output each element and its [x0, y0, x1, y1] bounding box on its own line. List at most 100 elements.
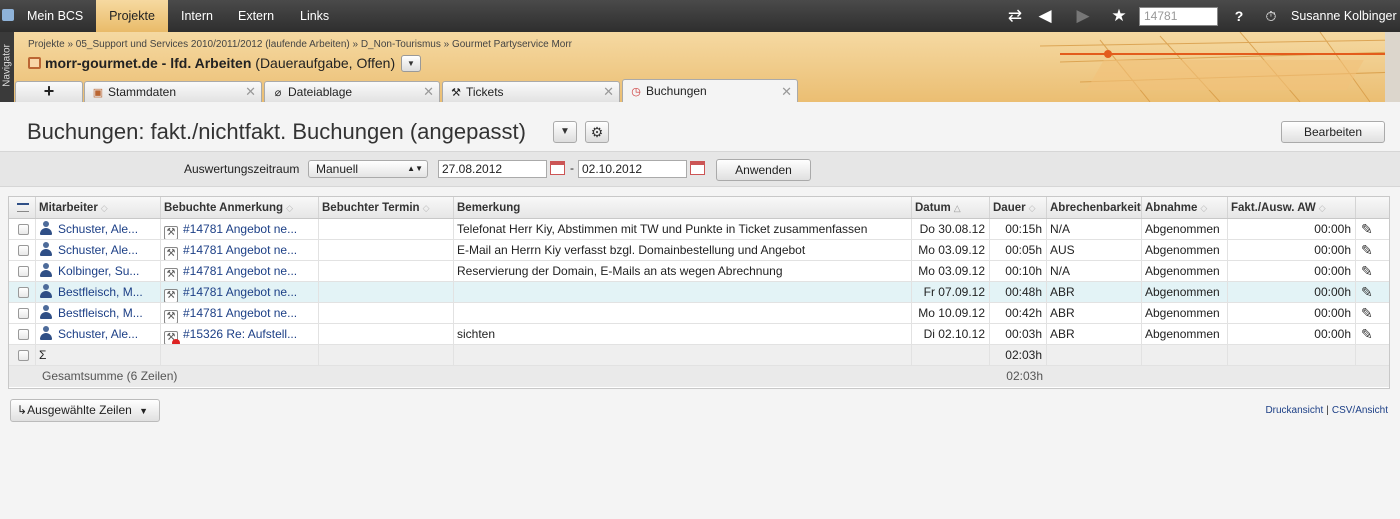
nav-projekte[interactable]: Projekte: [96, 0, 168, 32]
period-mode-select[interactable]: Manuell ▲▼: [308, 160, 428, 178]
employee-link[interactable]: Schuster, Ale...: [58, 243, 138, 257]
ticket-link[interactable]: #14781 Angebot ne...: [183, 285, 297, 299]
edit-button[interactable]: Bearbeiten: [1281, 121, 1385, 143]
col-abrechenbarkeit[interactable]: Abrechenbarkeit: [1047, 197, 1142, 218]
date-from-input[interactable]: 27.08.2012: [438, 160, 547, 178]
search-input[interactable]: 14781: [1139, 7, 1218, 26]
app-logo-icon[interactable]: [2, 9, 14, 21]
bemerkung-cell: Telefonat Herr Kiy, Abstimmen mit TW und…: [454, 219, 912, 239]
close-icon[interactable]: ✕: [245, 82, 256, 102]
table-row[interactable]: Bestfleisch, M... ⚒ #14781 Angebot ne... …: [9, 303, 1389, 324]
nav-links[interactable]: Links: [300, 0, 329, 32]
edit-pencil-icon[interactable]: ✎: [1361, 306, 1381, 321]
datum-cell: Mo 03.09.12: [912, 240, 990, 260]
employee-link[interactable]: Bestfleisch, M...: [58, 285, 143, 299]
col-dauer[interactable]: Dauer ◇: [990, 197, 1047, 218]
row-checkbox[interactable]: [18, 224, 29, 235]
calendar-icon[interactable]: [690, 161, 705, 175]
bemerkung-cell: sichten: [454, 324, 912, 344]
project-menu-button[interactable]: ▼: [401, 55, 421, 72]
tab-tickets[interactable]: ⚒ Tickets ✕: [442, 81, 620, 102]
col-anmerkung[interactable]: Bebuchte Anmerkung ◇: [161, 197, 319, 218]
row-checkbox[interactable]: [18, 287, 29, 298]
edit-pencil-icon[interactable]: ✎: [1361, 222, 1381, 237]
help-icon[interactable]: ?: [1232, 5, 1246, 27]
add-tab-button[interactable]: +: [15, 81, 83, 102]
tab-buchungen[interactable]: ◷ Buchungen ✕: [622, 79, 798, 103]
ticket-link[interactable]: #14781 Angebot ne...: [183, 306, 297, 320]
ticket-tools-icon: ⚒: [164, 310, 178, 323]
nav-intern[interactable]: Intern: [181, 0, 213, 32]
apply-button[interactable]: Anwenden: [716, 159, 811, 181]
employee-link[interactable]: Schuster, Ale...: [58, 222, 138, 236]
employee-link[interactable]: Schuster, Ale...: [58, 327, 138, 341]
datum-cell: Do 30.08.12: [912, 219, 990, 239]
ticket-link[interactable]: #14781 Angebot ne...: [183, 264, 297, 278]
employee-link[interactable]: Bestfleisch, M...: [58, 306, 143, 320]
date-to-input[interactable]: 02.10.2012: [578, 160, 687, 178]
table-row[interactable]: Kolbinger, Su... ⚒ #14781 Angebot ne... R…: [9, 261, 1389, 282]
edit-pencil-icon[interactable]: ✎: [1361, 264, 1381, 279]
datum-cell: Fr 07.09.12: [912, 282, 990, 302]
employee-link[interactable]: Kolbinger, Su...: [58, 264, 139, 278]
table-row[interactable]: Schuster, Ale... ⚒ #14781 Angebot ne... T…: [9, 219, 1389, 240]
favorite-star-icon[interactable]: ★: [1108, 5, 1130, 27]
stopwatch-icon[interactable]: ⏱: [1262, 5, 1280, 27]
navigator-toggle[interactable]: Navigator: [0, 32, 14, 102]
dauer-cell: 00:48h: [990, 282, 1047, 302]
row-checkbox[interactable]: [18, 266, 29, 277]
back-arrow-icon[interactable]: ◀: [1034, 5, 1056, 27]
termin-cell: [319, 324, 454, 344]
view-dropdown-button[interactable]: ▼: [553, 121, 577, 143]
calendar-icon[interactable]: [550, 161, 565, 175]
termin-cell: [319, 219, 454, 239]
table-row[interactable]: Bestfleisch, M... ⚒ #14781 Angebot ne... …: [9, 282, 1389, 303]
tab-stammdaten[interactable]: ▣ Stammdaten ✕: [84, 81, 262, 102]
user-name[interactable]: Susanne Kolbinger: [1291, 0, 1397, 32]
close-icon[interactable]: ✕: [781, 80, 792, 103]
close-icon[interactable]: ✕: [423, 82, 434, 102]
forward-arrow-icon[interactable]: ▶: [1072, 5, 1094, 27]
table-row[interactable]: Schuster, Ale... ⚒ #14781 Angebot ne... E…: [9, 240, 1389, 261]
row-checkbox[interactable]: [18, 329, 29, 340]
edit-pencil-icon[interactable]: ✎: [1361, 243, 1381, 258]
column-chooser-icon[interactable]: [9, 197, 36, 218]
filter-label: Auswertungszeitraum: [184, 162, 300, 176]
edit-pencil-icon[interactable]: ✎: [1361, 285, 1381, 300]
col-datum[interactable]: Datum △: [912, 197, 990, 218]
csv-view-link[interactable]: CSV/Ansicht: [1332, 405, 1388, 416]
refresh-icon[interactable]: ⇄: [1004, 5, 1026, 27]
edit-pencil-icon[interactable]: ✎: [1361, 327, 1381, 342]
select-all-checkbox[interactable]: [18, 350, 29, 361]
col-termin[interactable]: Bebuchter Termin ◇: [319, 197, 454, 218]
person-icon: [39, 326, 53, 340]
settings-gear-icon[interactable]: ⚙: [585, 121, 609, 143]
close-icon[interactable]: ✕: [603, 82, 614, 102]
termin-cell: [319, 303, 454, 323]
abrechenbarkeit-cell: ABR: [1047, 282, 1142, 302]
table-row[interactable]: Schuster, Ale... ⚒ #15326 Re: Aufstell...…: [9, 324, 1389, 345]
ticket-tools-icon: ⚒: [164, 247, 178, 260]
sum-dauer: 02:03h: [990, 345, 1047, 365]
row-checkbox[interactable]: [18, 245, 29, 256]
ticket-link[interactable]: #14781 Angebot ne...: [183, 222, 297, 236]
ticket-link[interactable]: #14781 Angebot ne...: [183, 243, 297, 257]
print-view-link[interactable]: Druckansicht: [1265, 405, 1323, 416]
ticket-link[interactable]: #15326 Re: Aufstell...: [183, 327, 297, 341]
col-mitarbeiter[interactable]: Mitarbeiter ◇: [36, 197, 161, 218]
col-abnahme[interactable]: Abnahme ◇: [1142, 197, 1228, 218]
dauer-cell: 00:05h: [990, 240, 1047, 260]
abrechenbarkeit-cell: N/A: [1047, 261, 1142, 281]
tab-dateiablage[interactable]: ⌀ Dateiablage ✕: [264, 81, 440, 102]
person-icon: [39, 284, 53, 298]
nav-extern[interactable]: Extern: [238, 0, 274, 32]
abrechenbarkeit-cell: AUS: [1047, 240, 1142, 260]
selected-rows-dropdown[interactable]: ↳Ausgewählte Zeilen ▼: [10, 399, 160, 422]
breadcrumb[interactable]: Projekte » 05_Support und Services 2010/…: [28, 39, 572, 50]
col-fakt[interactable]: Fakt./Ausw. AW ◇: [1228, 197, 1356, 218]
col-bemerkung[interactable]: Bemerkung: [454, 197, 912, 218]
total-dauer: 02:03h: [1006, 369, 1043, 383]
nav-mein-bcs[interactable]: Mein BCS: [16, 0, 94, 32]
bookings-table: Mitarbeiter ◇ Bebuchte Anmerkung ◇ Bebucht…: [8, 196, 1390, 389]
row-checkbox[interactable]: [18, 308, 29, 319]
